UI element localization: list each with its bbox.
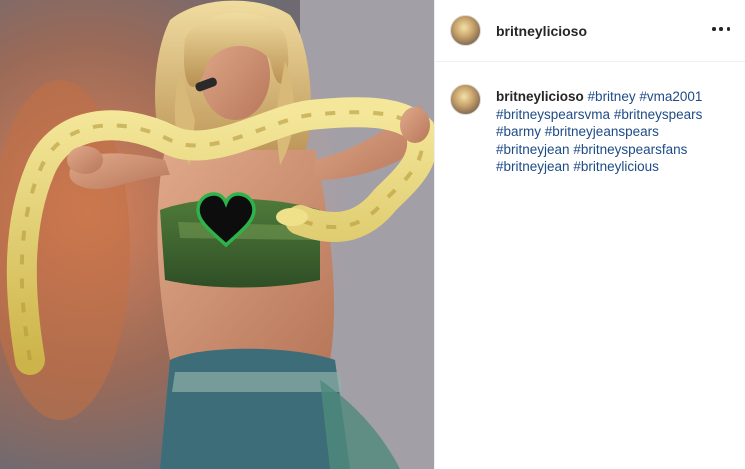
left-hand — [67, 146, 103, 174]
performer-with-snake-illustration — [0, 0, 434, 469]
post-sidebar: britneylicioso britneylicioso #britney #… — [434, 0, 745, 469]
dot — [719, 27, 723, 31]
hashtag-link[interactable]: #vma2001 — [639, 89, 702, 104]
caption-text: britneylicioso #britney #vma2001 #britne… — [496, 88, 732, 176]
hashtag-link[interactable]: #barmy — [496, 124, 541, 139]
skirt — [160, 348, 350, 469]
hashtag-link[interactable]: #britneyjean — [496, 159, 570, 174]
hashtag-link[interactable]: #britneylicious — [573, 159, 659, 174]
post-photo[interactable] — [0, 0, 434, 469]
dot — [726, 27, 730, 31]
post-header: britneylicioso — [435, 0, 745, 62]
snake-head — [276, 208, 308, 226]
post-username[interactable]: britneylicioso — [496, 23, 587, 39]
caption-username[interactable]: britneylicioso — [496, 89, 584, 104]
right-hand — [400, 107, 430, 143]
hashtag-link[interactable]: #britneyjean — [496, 142, 570, 157]
skirt-belt — [172, 372, 342, 392]
hashtag-link[interactable]: #britneyspearsfans — [573, 142, 687, 157]
more-options-icon[interactable] — [712, 22, 730, 36]
instagram-post: britneylicioso britneylicioso #britney #… — [0, 0, 745, 469]
dot — [712, 27, 716, 31]
hashtag-link[interactable]: #britneyspearsvma — [496, 107, 610, 122]
hashtag-link[interactable]: #britneyjeanspears — [545, 124, 659, 139]
hashtag-link[interactable]: #britneyspears — [614, 107, 703, 122]
hashtag-link[interactable]: #britney — [588, 89, 636, 104]
caption-avatar[interactable] — [450, 84, 481, 115]
avatar[interactable] — [450, 15, 481, 46]
